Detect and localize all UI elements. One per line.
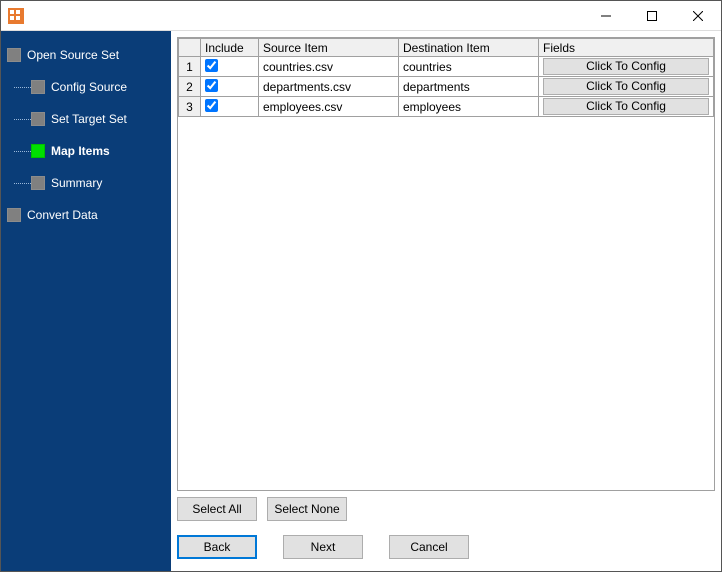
include-cell [201, 77, 259, 97]
step-marker-icon [7, 208, 21, 222]
step-marker-icon [31, 80, 45, 94]
next-button[interactable]: Next [283, 535, 363, 559]
wizard-step-label: Convert Data [27, 208, 98, 222]
include-checkbox[interactable] [205, 79, 218, 92]
row-number: 1 [179, 57, 201, 77]
step-marker-icon [31, 112, 45, 126]
wizard-step[interactable]: Open Source Set [1, 43, 171, 67]
cancel-button[interactable]: Cancel [389, 535, 469, 559]
source-item-cell[interactable]: departments.csv [259, 77, 399, 97]
wizard-step-label: Open Source Set [27, 48, 119, 62]
destination-item-cell[interactable]: countries [399, 57, 539, 77]
row-number: 2 [179, 77, 201, 97]
source-item-cell[interactable]: employees.csv [259, 97, 399, 117]
table-row: 3 employees.csvemployeesClick To Config [179, 97, 714, 117]
source-item-cell[interactable]: countries.csv [259, 57, 399, 77]
col-header-include[interactable]: Include [201, 39, 259, 57]
wizard-step[interactable]: Set Target Set [1, 107, 171, 131]
col-header-destination[interactable]: Destination Item [399, 39, 539, 57]
config-fields-button[interactable]: Click To Config [543, 58, 709, 75]
back-button[interactable]: Back [177, 535, 257, 559]
step-marker-icon [31, 176, 45, 190]
wizard-step[interactable]: Config Source [1, 75, 171, 99]
app-icon [8, 8, 24, 24]
wizard-step-label: Config Source [51, 80, 127, 94]
wizard-step[interactable]: Convert Data [1, 203, 171, 227]
include-checkbox[interactable] [205, 59, 218, 72]
fields-cell: Click To Config [539, 57, 714, 77]
maximize-button[interactable] [629, 1, 675, 31]
wizard-step-label: Map Items [51, 144, 110, 158]
table-row: 1 countries.csvcountriesClick To Config [179, 57, 714, 77]
titlebar [1, 1, 721, 31]
col-header-rownum [179, 39, 201, 57]
include-checkbox[interactable] [205, 99, 218, 112]
select-none-button[interactable]: Select None [267, 497, 347, 521]
wizard-step-label: Set Target Set [51, 112, 127, 126]
wizard-step-label: Summary [51, 176, 102, 190]
select-all-button[interactable]: Select All [177, 497, 257, 521]
wizard-step[interactable]: Map Items [1, 139, 171, 163]
fields-cell: Click To Config [539, 97, 714, 117]
step-marker-icon [31, 144, 45, 158]
col-header-source[interactable]: Source Item [259, 39, 399, 57]
step-marker-icon [7, 48, 21, 62]
items-grid-container: Include Source Item Destination Item Fie… [177, 37, 715, 491]
wizard-steps-sidebar: Open Source Set Config Source Set Target S… [1, 31, 171, 571]
fields-cell: Click To Config [539, 77, 714, 97]
config-fields-button[interactable]: Click To Config [543, 98, 709, 115]
col-header-fields[interactable]: Fields [539, 39, 714, 57]
table-row: 2 departments.csvdepartmentsClick To Conf… [179, 77, 714, 97]
include-cell [201, 97, 259, 117]
include-cell [201, 57, 259, 77]
row-number: 3 [179, 97, 201, 117]
close-button[interactable] [675, 1, 721, 31]
items-grid: Include Source Item Destination Item Fie… [178, 38, 714, 117]
destination-item-cell[interactable]: employees [399, 97, 539, 117]
minimize-button[interactable] [583, 1, 629, 31]
wizard-step[interactable]: Summary [1, 171, 171, 195]
main-panel: Include Source Item Destination Item Fie… [171, 31, 721, 571]
destination-item-cell[interactable]: departments [399, 77, 539, 97]
config-fields-button[interactable]: Click To Config [543, 78, 709, 95]
